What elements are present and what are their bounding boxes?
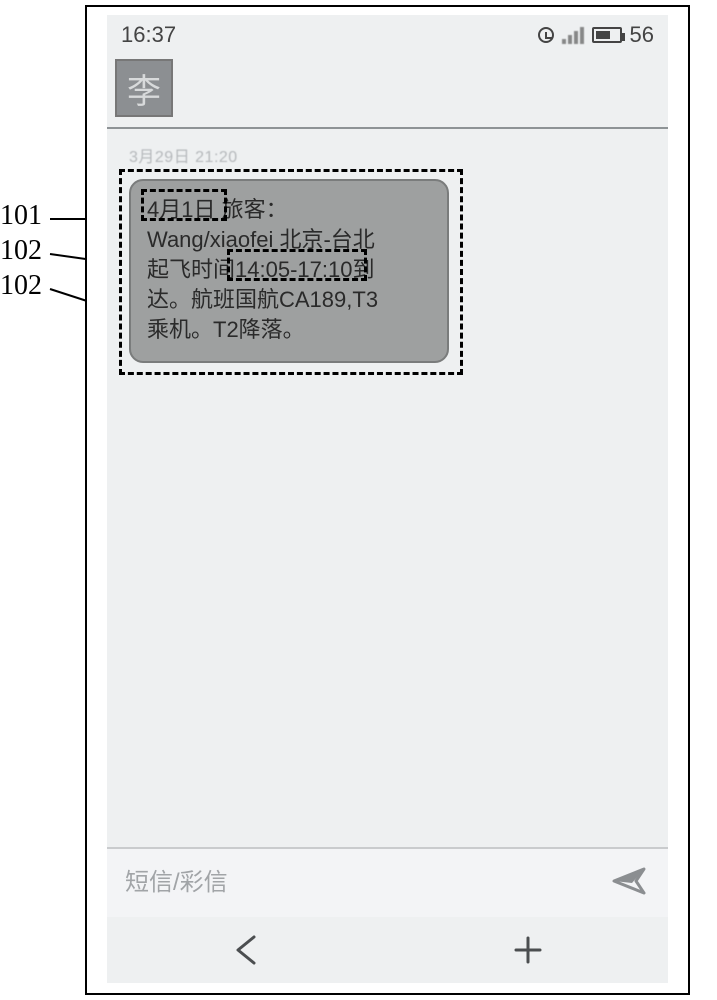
bubble-line4: 达。航班国航CA189,T3 [147, 285, 431, 315]
alarm-icon [538, 27, 554, 43]
bubble-line2: Wang/xiaofei 北京-台北 [147, 225, 431, 255]
message-timestamp: 3月29日 21:20 [129, 143, 238, 167]
sms-bubble[interactable]: 4月1日 旅客： Wang/xiaofei 北京-台北 起飞时间14:05-17… [129, 179, 449, 363]
bubble-line3-pre: 起飞时间 [147, 257, 235, 282]
back-icon [230, 933, 264, 967]
compose-bar [107, 847, 668, 917]
callout-102-b: 102 [0, 270, 42, 302]
compose-input[interactable] [125, 861, 610, 905]
bubble-date: 4月1日 [147, 197, 215, 222]
plus-icon [511, 933, 545, 967]
send-icon[interactable] [610, 861, 650, 906]
callout-102-a: 102 [0, 235, 42, 267]
status-time: 16:37 [121, 22, 176, 48]
conversation-header[interactable]: 李 [107, 55, 668, 129]
figure-frame: 16:37 56 李 3月29日 21:20 4月1日 旅客： Wang/xia [85, 5, 690, 995]
callout-101: 101 [0, 200, 42, 232]
phone-screen: 16:37 56 李 3月29日 21:20 4月1日 旅客： Wang/xia [107, 15, 668, 983]
nav-add-button[interactable] [468, 930, 588, 970]
avatar[interactable]: 李 [115, 59, 173, 117]
battery-icon [592, 27, 622, 43]
nav-back-button[interactable] [187, 930, 307, 970]
bubble-time: 14:05-17:10 [235, 257, 352, 282]
battery-pct: 56 [630, 22, 654, 48]
message-list[interactable]: 3月29日 21:20 4月1日 旅客： Wang/xiaofei 北京-台北 … [107, 129, 668, 847]
signal-icon [562, 26, 584, 44]
bubble-line5: 乘机。T2降落。 [147, 315, 431, 345]
bubble-line3-post: 到 [352, 257, 374, 282]
system-nav-bar [107, 917, 668, 983]
bubble-line1-rest: 旅客： [215, 197, 287, 222]
status-bar: 16:37 56 [107, 15, 668, 55]
